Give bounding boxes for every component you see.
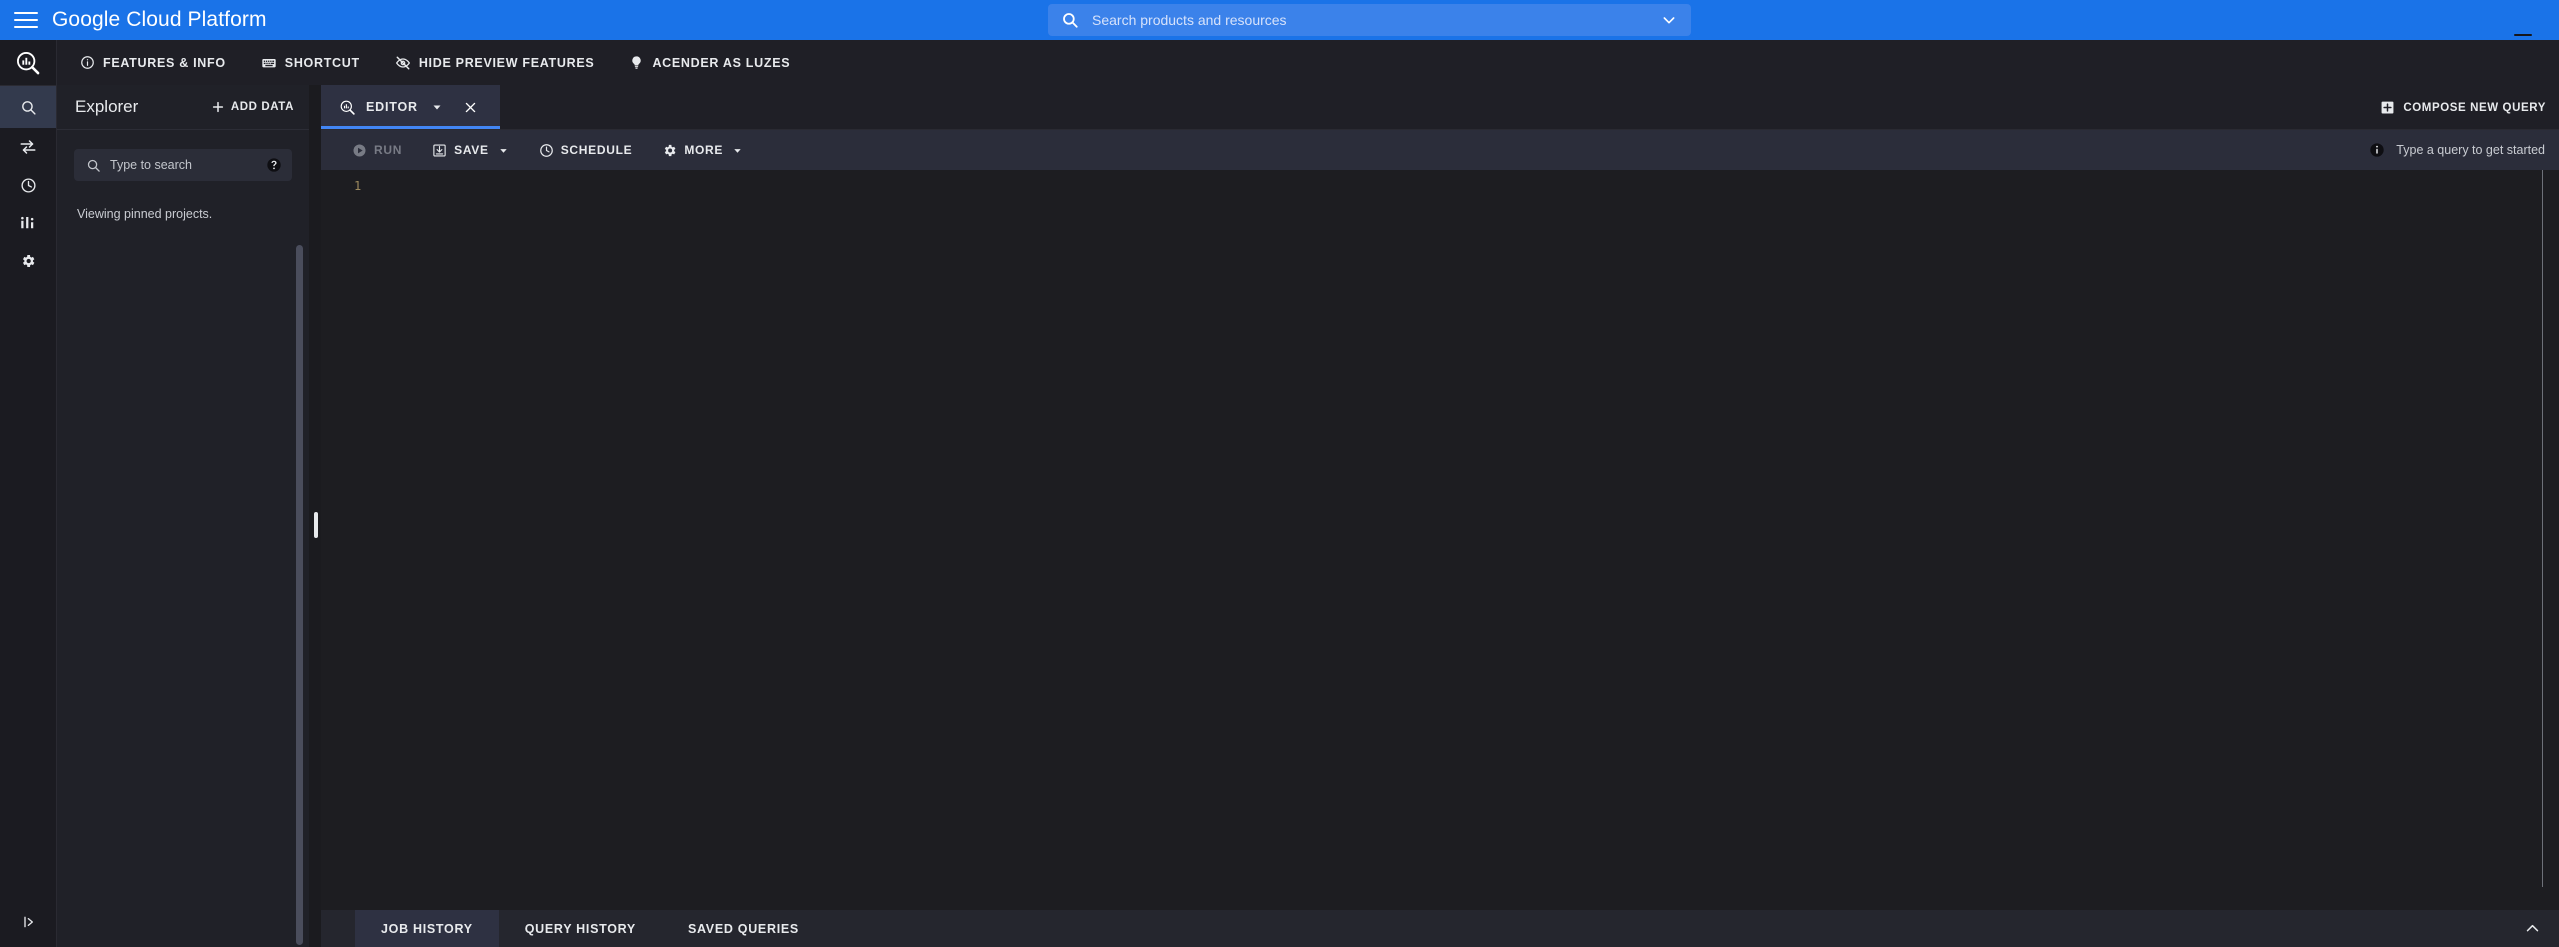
explorer-panel: Explorer ADD DATA Type to search Viewing… (57, 85, 309, 947)
explorer-resize-handle[interactable] (314, 512, 318, 538)
save-icon (432, 143, 447, 158)
explorer-search-placeholder: Type to search (110, 158, 266, 172)
shortcut-label: SHORTCUT (285, 56, 360, 70)
explorer-status-text: Viewing pinned projects. (77, 207, 309, 221)
tab-editor-label: EDITOR (366, 100, 418, 114)
schedule-label: SCHEDULE (561, 143, 633, 157)
hide-preview-features-button[interactable]: HIDE PREVIEW FEATURES (395, 55, 595, 71)
run-label: RUN (374, 143, 402, 157)
tab-saved-queries[interactable]: SAVED QUERIES (662, 910, 825, 947)
chevron-down-icon (732, 145, 743, 156)
tab-active-underline (321, 126, 500, 129)
chevron-up-icon[interactable] (2524, 910, 2541, 947)
help-circle-icon[interactable] (266, 157, 282, 173)
add-data-label: ADD DATA (231, 101, 294, 113)
plus-icon (211, 100, 225, 114)
window-minimize-mark (2514, 34, 2532, 36)
sidebar-item-sql-workspace[interactable] (0, 86, 56, 128)
chevron-down-icon (498, 145, 509, 156)
tab-saved-queries-label: SAVED QUERIES (688, 922, 799, 936)
history-tabstrip: JOB HISTORY QUERY HISTORY SAVED QUERIES (321, 910, 2559, 947)
features-toolbar: FEATURES & INFO SHORTCUT HIDE PREVIEW FE… (57, 40, 2559, 85)
clock-icon (539, 143, 554, 158)
tab-query-history-label: QUERY HISTORY (525, 922, 636, 936)
keyboard-icon (261, 55, 277, 71)
sidebar-item-data-transfers[interactable] (0, 128, 56, 166)
search-icon (1061, 11, 1079, 29)
save-label: SAVE (454, 143, 489, 157)
search-icon (86, 158, 101, 173)
explorer-search-input[interactable]: Type to search (74, 149, 292, 181)
toggle-lights-label: ACENDER AS LUZES (652, 56, 790, 70)
tab-query-history[interactable]: QUERY HISTORY (499, 910, 662, 947)
features-and-info-button[interactable]: FEATURES & INFO (80, 55, 226, 70)
tab-job-history[interactable]: JOB HISTORY (355, 910, 499, 947)
chevron-down-icon[interactable] (1661, 12, 1677, 28)
tab-job-history-label: JOB HISTORY (381, 922, 473, 936)
explorer-header: Explorer ADD DATA (57, 85, 309, 130)
schedule-button[interactable]: SCHEDULE (539, 143, 633, 158)
global-search-input[interactable]: Search products and resources (1048, 4, 1691, 36)
query-hint-text: Type a query to get started (2396, 143, 2545, 157)
tab-editor[interactable]: EDITOR (321, 85, 500, 129)
compose-icon (2380, 100, 2395, 115)
editor-column-guide (2542, 170, 2543, 887)
query-action-toolbar: RUN SAVE SCHEDULE MORE (321, 130, 2559, 170)
features-and-info-label: FEATURES & INFO (103, 56, 226, 70)
editor-line-number: 1 (354, 179, 361, 193)
close-icon[interactable] (463, 100, 478, 115)
sidebar-item-settings[interactable] (0, 242, 56, 280)
gear-icon (662, 143, 677, 158)
page-title: Google Cloud Platform (52, 8, 267, 32)
explorer-scrollbar[interactable] (296, 245, 303, 945)
sidebar-item-scheduled-queries[interactable] (0, 166, 56, 204)
sidebar-item-capacity-management[interactable] (0, 204, 56, 242)
hamburger-icon[interactable] (14, 8, 38, 32)
more-button[interactable]: MORE (662, 143, 743, 158)
info-circle-icon (80, 55, 95, 70)
compose-new-query-button[interactable]: COMPOSE NEW QUERY (2380, 85, 2546, 130)
query-workspace: EDITOR COMPOSE NEW QUERY (321, 85, 2559, 947)
hide-preview-features-label: HIDE PREVIEW FEATURES (419, 56, 595, 70)
left-icon-rail (0, 40, 57, 947)
play-circle-icon (352, 143, 367, 158)
compose-new-query-label: COMPOSE NEW QUERY (2403, 102, 2546, 114)
shortcut-button[interactable]: SHORTCUT (261, 55, 360, 71)
query-hint: Type a query to get started (2369, 130, 2545, 170)
editor-tabstrip: EDITOR COMPOSE NEW QUERY (321, 85, 2559, 130)
google-cloud-topbar: Google Cloud Platform Search products an… (0, 0, 2559, 40)
lightbulb-icon (629, 55, 644, 70)
run-button[interactable]: RUN (352, 143, 402, 158)
save-button[interactable]: SAVE (432, 143, 509, 158)
info-filled-icon (2369, 142, 2385, 158)
toggle-lights-button[interactable]: ACENDER AS LUZES (629, 55, 790, 70)
more-label: MORE (684, 143, 723, 157)
sql-editor[interactable]: 1 (321, 170, 2559, 887)
eye-off-icon (395, 55, 411, 71)
bigquery-logo-icon[interactable] (0, 40, 56, 85)
add-data-button[interactable]: ADD DATA (211, 100, 294, 114)
bigquery-query-icon (339, 99, 356, 116)
global-search-placeholder: Search products and resources (1092, 12, 1287, 28)
chevron-down-icon[interactable] (431, 101, 443, 113)
explorer-title: Explorer (75, 97, 138, 117)
expand-panel-icon[interactable] (0, 905, 57, 939)
